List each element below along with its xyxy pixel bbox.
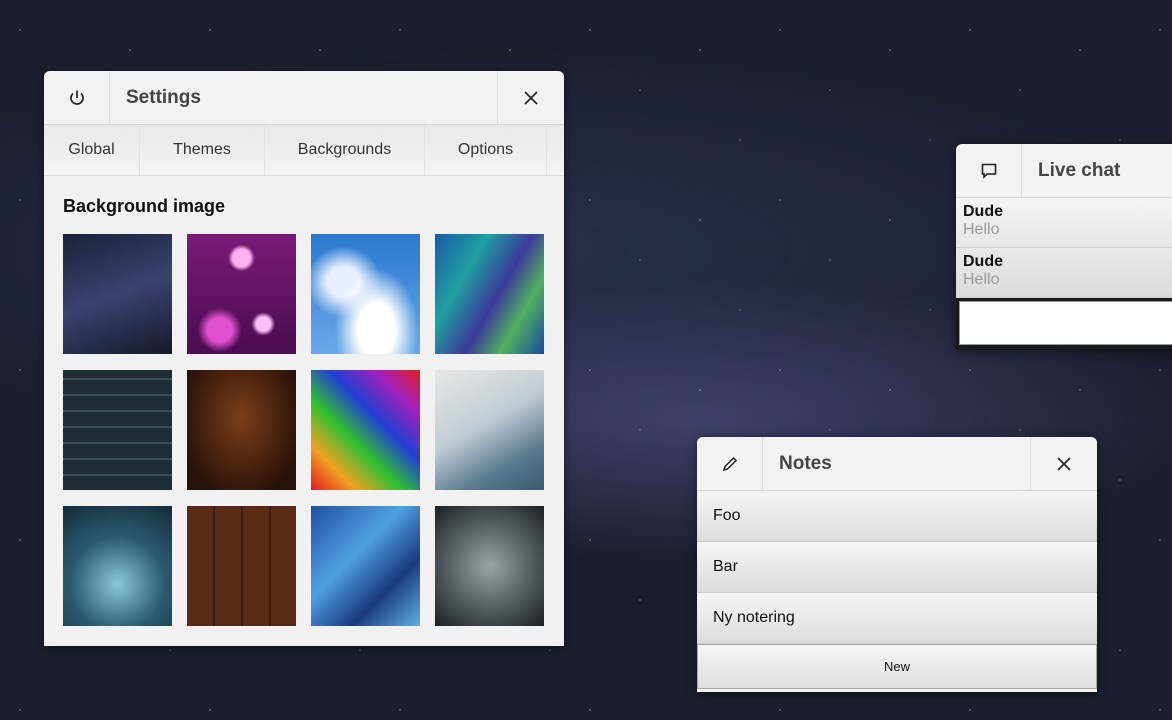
message-text: Hello <box>963 221 1000 238</box>
chat-message: Dude Hello <box>956 198 1172 248</box>
window-title: Notes <box>779 452 832 474</box>
thumbnail-pink-bokeh[interactable] <box>187 234 296 354</box>
power-button[interactable] <box>44 71 110 124</box>
chat-button[interactable] <box>956 144 1022 197</box>
tab-global[interactable]: Global <box>44 125 140 175</box>
new-note-button[interactable]: New <box>697 644 1097 689</box>
thumbnail-brown-wood[interactable] <box>187 506 296 626</box>
thumbnail-water-drops[interactable] <box>63 506 172 626</box>
edit-button[interactable] <box>697 437 763 490</box>
note-item[interactable]: Bar <box>697 542 1097 593</box>
section-title: Background image <box>63 196 226 216</box>
chat-input[interactable] <box>959 301 1172 345</box>
window-title: Settings <box>126 86 201 108</box>
chat-message: Dude Hello <box>956 248 1172 298</box>
thumbnail-abstract-paint[interactable] <box>435 234 544 354</box>
thumbnail-blue-paint[interactable] <box>311 506 420 626</box>
thumbnail-curved-surface[interactable] <box>435 370 544 490</box>
tab-backgrounds[interactable]: Backgrounds <box>265 125 425 175</box>
close-icon <box>524 90 538 105</box>
close-button[interactable] <box>1030 437 1097 490</box>
note-item[interactable]: Ny notering <box>697 593 1097 644</box>
tab-themes[interactable]: Themes <box>140 125 265 175</box>
message-author: Dude <box>963 253 1003 270</box>
live-chat-window: Live chat Dude Hello Dude Hello <box>956 144 1172 350</box>
thumbnail-grunge-concrete[interactable] <box>435 506 544 626</box>
note-item[interactable]: Foo <box>697 491 1097 542</box>
tab-options[interactable]: Options <box>425 125 547 175</box>
notes-window: Notes Foo Bar Ny notering New <box>697 437 1097 692</box>
thumbnail-blue-sky-clouds[interactable] <box>311 234 420 354</box>
chat-bubble-icon <box>981 163 996 179</box>
thumbnail-dark-wood[interactable] <box>187 370 296 490</box>
pencil-icon <box>722 456 737 471</box>
message-text: Hello <box>963 271 1000 288</box>
power-icon <box>69 90 84 105</box>
message-author: Dude <box>963 203 1003 220</box>
thumbnail-dark-stone-wall[interactable] <box>63 370 172 490</box>
window-title: Live chat <box>1038 159 1121 181</box>
thumbnail-psychedelic-swirl[interactable] <box>311 370 420 490</box>
thumbnail-night-sky[interactable] <box>63 234 172 354</box>
close-button[interactable] <box>497 71 564 124</box>
settings-window: Settings Global Themes Backgrounds Optio… <box>44 71 564 646</box>
close-icon <box>1057 456 1071 471</box>
